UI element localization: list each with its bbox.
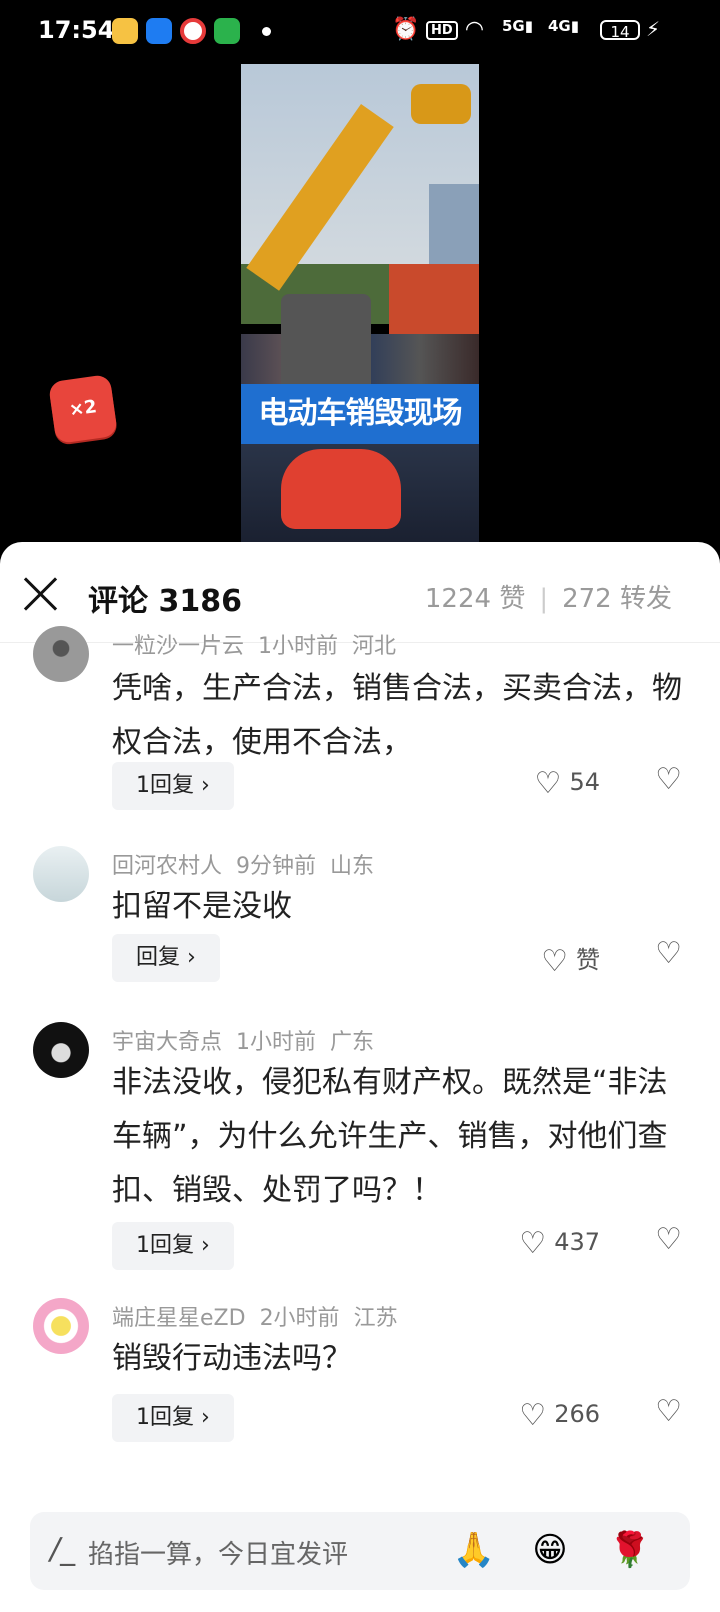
comment-meta: 端庄星星eZD 2小时前 江苏 [112, 1300, 412, 1332]
video-frame [281, 294, 371, 394]
reply-button[interactable]: 1回复 › [112, 1394, 234, 1442]
broken-heart-icon[interactable]: ♡ [655, 1222, 682, 1257]
video-caption-banner: 电动车销毁现场 [241, 384, 479, 444]
comment-time: 1小时前 [258, 634, 339, 659]
comment-time: 9分钟前 [236, 854, 317, 879]
reply-button[interactable]: 1回复 › [112, 1222, 234, 1270]
reply-button[interactable]: 回复 › [112, 934, 220, 982]
wifi-icon: ◠ [466, 17, 483, 42]
comment-location: 江苏 [353, 1306, 398, 1331]
reply-button[interactable]: 1回复 › [112, 762, 234, 810]
heart-icon: ♡ [541, 944, 568, 979]
alarm-icon: ⏰ [392, 17, 420, 42]
video-frame [411, 84, 471, 124]
message-app-icon [214, 18, 240, 44]
signal-4g-icon: 4G▮ [548, 17, 580, 35]
like-button[interactable]: ♡ 赞 [541, 940, 600, 979]
heart-icon: ♡ [519, 1226, 547, 1261]
avatar[interactable] [33, 626, 89, 682]
signal-5g-icon: 5G▮ [502, 17, 534, 35]
comment-username[interactable]: 宇宙大奇点 [112, 1030, 222, 1055]
video-player[interactable]: 电动车销毁现场 [241, 64, 479, 544]
like-button[interactable]: ♡ 437 [519, 1226, 600, 1261]
comment-username[interactable]: 一粒沙一片云 [112, 634, 244, 659]
comment-meta: 回河农村人 9分钟前 山东 [112, 848, 388, 880]
comment-input[interactable]: 掐指一算，今日宜发评 [88, 1534, 348, 1571]
avatar[interactable] [33, 1022, 89, 1078]
like-count: 54 [569, 768, 600, 796]
heart-icon: ♡ [534, 766, 562, 801]
status-bar: 17:54 ⏰ HD ◠ 5G▮ 4G▮ 14 ⚡ [0, 0, 720, 62]
grin-emoji-icon[interactable]: 😁 [528, 1528, 572, 1572]
like-count: 赞 [576, 946, 600, 974]
video-frame [389, 264, 479, 344]
heart-icon: ♡ [519, 1398, 547, 1433]
avatar[interactable] [33, 1298, 89, 1354]
comment-text[interactable]: 非法没收，侵犯私有财产权。既然是“非法车辆”，为什么允许生产、销售，对他们查扣、… [112, 1056, 692, 1218]
red-envelope-badge[interactable]: ×2 [47, 373, 119, 445]
broken-heart-icon[interactable]: ♡ [655, 936, 682, 971]
comment-location: 山东 [330, 854, 375, 879]
comment-time: 2小时前 [259, 1306, 340, 1331]
broken-heart-icon[interactable]: ♡ [655, 1394, 682, 1429]
comment-username[interactable]: 端庄星星eZD [112, 1306, 246, 1331]
battery-icon: 14 [600, 20, 640, 41]
like-button[interactable]: ♡ 266 [519, 1398, 600, 1433]
avatar[interactable] [33, 846, 89, 902]
like-count: 437 [554, 1228, 600, 1256]
wallet-app-icon [112, 18, 138, 44]
hd-icon: HD [426, 21, 458, 40]
comment-meta: 宇宙大奇点 1小时前 广东 [112, 1024, 388, 1056]
close-icon[interactable] [20, 574, 60, 614]
comment-input-bar[interactable]: ∕_ 掐指一算，今日宜发评 🙏 😁 🌹 [30, 1512, 690, 1590]
comment-text[interactable]: 凭啥，生产合法，销售合法，买卖合法，物权合法，使用不合法， [112, 662, 692, 770]
comment-location: 河北 [352, 634, 397, 659]
rose-emoji-icon[interactable]: 🌹 [608, 1528, 652, 1572]
comment-text[interactable]: 扣留不是没收 [112, 880, 692, 934]
comment-count-title: 评论 3186 [88, 584, 242, 619]
likes-count[interactable]: 1224 赞 [425, 584, 525, 614]
shares-count[interactable]: 272 转发 [562, 584, 672, 614]
post-stats: 1224 赞 | 272 转发 [425, 578, 672, 615]
comment-meta: 一粒沙一片云 1小时前 河北 [112, 628, 410, 660]
stats-separator: | [539, 584, 549, 614]
comment-username[interactable]: 回河农村人 [112, 854, 222, 879]
comment-text[interactable]: 销毁行动违法吗？ [112, 1332, 692, 1386]
pray-emoji-icon[interactable]: 🙏 [452, 1528, 496, 1572]
video-app-icon [180, 18, 206, 44]
navigation-app-icon [146, 18, 172, 44]
comment-time: 1小时前 [236, 1030, 317, 1055]
status-time: 17:54 [38, 16, 115, 44]
broken-heart-icon[interactable]: ♡ [655, 762, 682, 797]
charging-icon: ⚡ [646, 17, 661, 41]
like-count: 266 [554, 1400, 600, 1428]
like-button[interactable]: ♡ 54 [535, 766, 600, 801]
comment-location: 广东 [330, 1030, 375, 1055]
notification-dot-icon [262, 27, 271, 36]
pen-icon: ∕_ [50, 1532, 76, 1567]
comment-sheet: 评论 3186 1224 赞 | 272 转发 一粒沙一片云 1小时前 河北 凭啥，生产… [0, 542, 720, 1612]
video-frame [281, 449, 401, 529]
